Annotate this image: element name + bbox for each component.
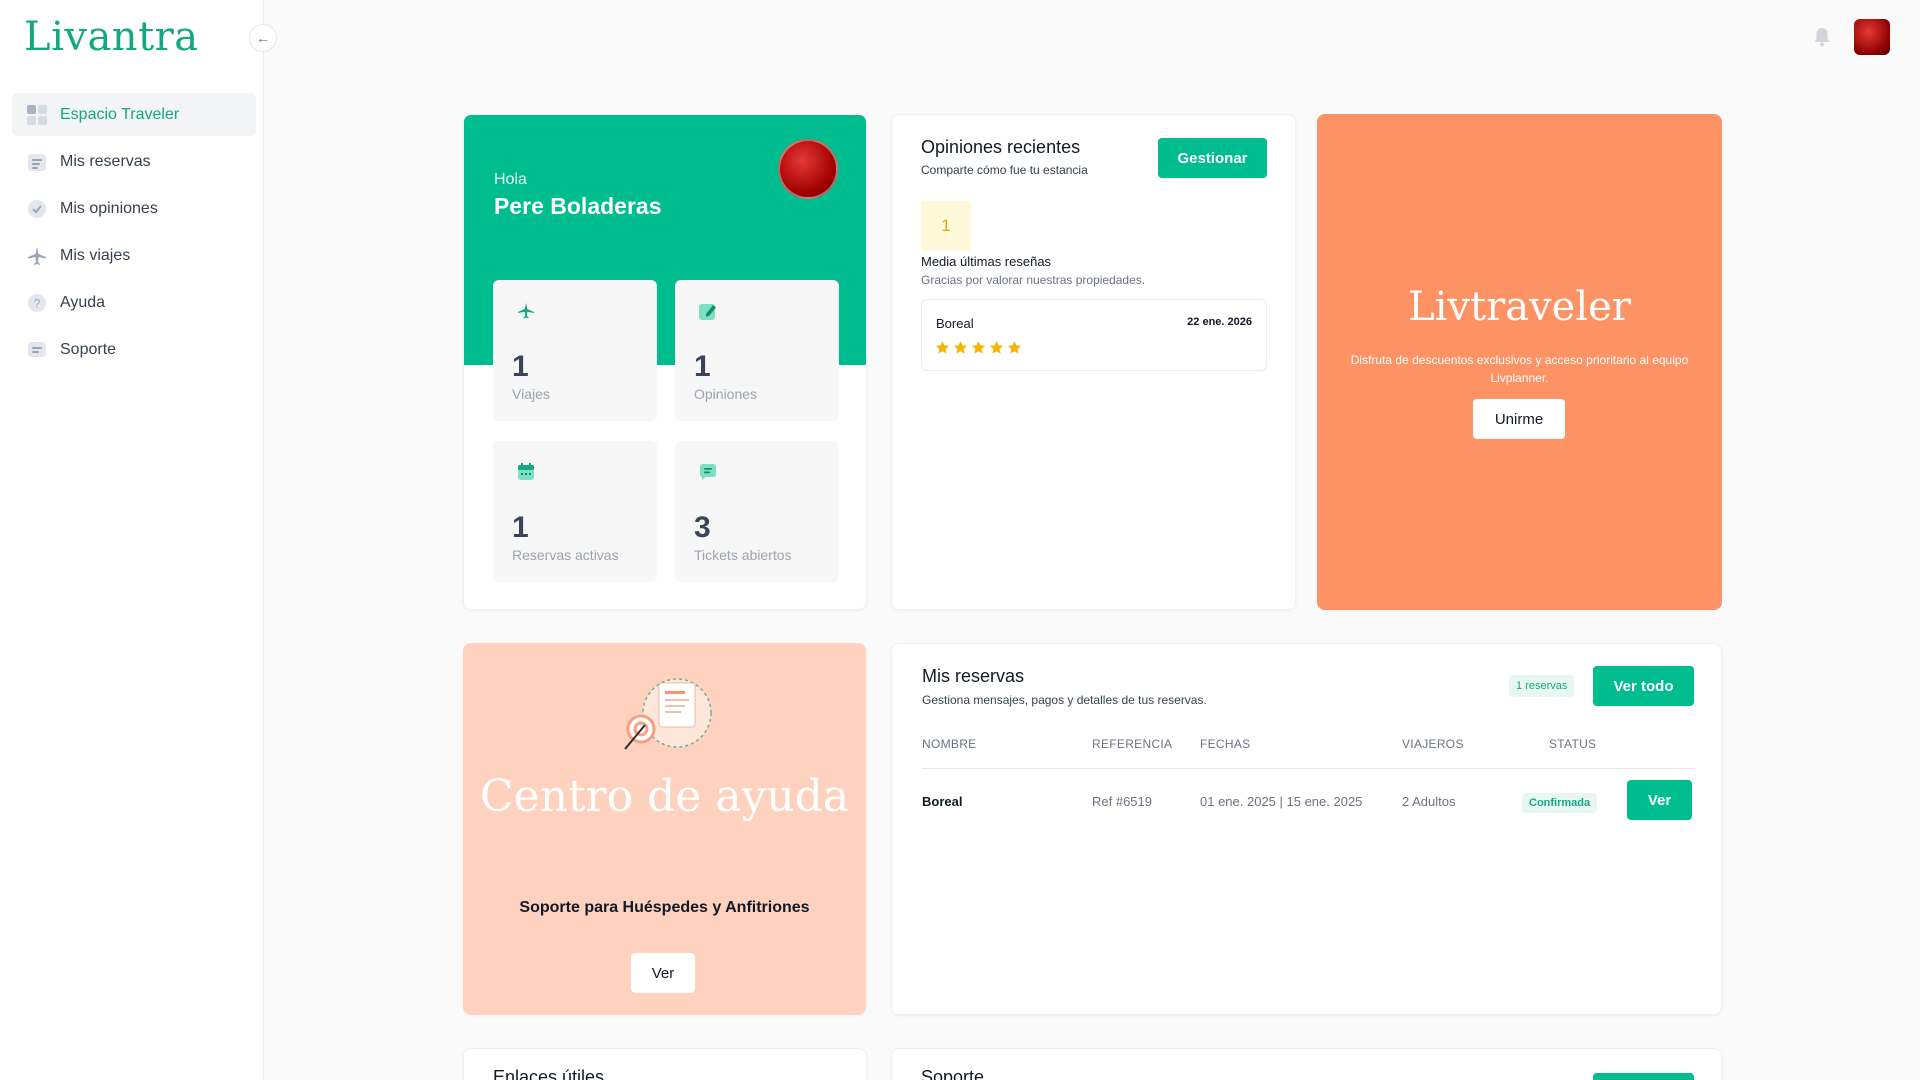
card-title: Enlaces útiles — [493, 1067, 605, 1080]
review-property: Boreal — [936, 316, 974, 331]
stat-label: Reservas activas — [512, 547, 619, 563]
column-header-nombre: NOMBRE — [922, 737, 977, 751]
star-icon — [953, 341, 968, 354]
sidebar-item-label: Mis viajes — [60, 246, 131, 264]
welcome-card: Hola Pere Boladeras 1 Viajes 1 Opiniones… — [463, 114, 867, 610]
sidebar-item-label: Mis opiniones — [60, 199, 158, 217]
reservas-card: Mis reservas Gestiona mensajes, pagos y … — [891, 643, 1722, 1015]
star-icon — [989, 341, 1004, 354]
sidebar-item-mis-viajes[interactable]: Mis viajes — [12, 234, 256, 277]
gestionar-button[interactable]: Gestionar — [1158, 138, 1267, 178]
star-icon — [935, 341, 950, 354]
sidebar: Livantra Espacio Traveler Mis reservas M… — [0, 0, 264, 1080]
arrow-left-icon: ← — [256, 30, 270, 46]
card-title: Opiniones recientes — [921, 137, 1081, 157]
card-subtitle: Gestiona mensajes, pagos y detalles de t… — [922, 693, 1207, 707]
column-header-fechas: FECHAS — [1200, 737, 1251, 751]
notification-bell-icon[interactable] — [1812, 26, 1832, 48]
plane-icon — [26, 245, 48, 267]
plane-icon — [515, 300, 537, 322]
card-title: Soporte — [921, 1067, 985, 1080]
help-center-title: Centro de ayuda — [479, 771, 850, 822]
soporte-action-button[interactable] — [1593, 1073, 1694, 1080]
question-icon: ? — [26, 292, 48, 314]
sidebar-item-mis-opiniones[interactable]: Mis opiniones — [12, 187, 256, 230]
reserva-name: Boreal — [922, 794, 963, 809]
help-document-illustration-icon — [624, 678, 712, 750]
help-center-card: Centro de ayuda Soporte para Huéspedes y… — [463, 643, 866, 1015]
ver-reserva-button[interactable]: Ver — [1627, 780, 1692, 820]
stat-value: 1 — [694, 350, 711, 383]
livtraveler-text: Disfruta de descuentos exclusivos y acce… — [1350, 353, 1689, 385]
user-name: Pere Boladeras — [494, 193, 662, 219]
help-center-subtitle: Soporte para Huéspedes y Anfitriones — [519, 899, 810, 916]
column-header-viajeros: VIAJEROS — [1402, 737, 1464, 751]
thanks-text: Gracias por valorar nuestras propiedades… — [921, 273, 1146, 287]
check-badge-icon — [26, 198, 48, 220]
brand-logo[interactable]: Livantra — [24, 14, 199, 60]
chat-lines-icon — [26, 339, 48, 361]
enlaces-utiles-card: Enlaces útiles — [463, 1048, 867, 1080]
livtraveler-card: Livtraveler Disfruta de descuentos exclu… — [1317, 114, 1722, 610]
stat-value: 1 — [512, 511, 529, 544]
card-subtitle: Comparte cómo fue tu estancia — [921, 163, 1088, 177]
reserva-ref: Ref #6519 — [1092, 794, 1152, 809]
column-header-referencia: REFERENCIA — [1092, 737, 1173, 751]
grid-icon — [26, 104, 48, 126]
sidebar-item-ayuda[interactable]: ? Ayuda — [12, 281, 256, 324]
unirme-button[interactable]: Unirme — [1473, 399, 1565, 439]
ver-todo-button[interactable]: Ver todo — [1593, 666, 1694, 706]
sidebar-item-soporte[interactable]: Soporte — [12, 328, 256, 371]
status-badge: Confirmada — [1522, 793, 1598, 813]
review-stars — [935, 340, 1022, 355]
stat-value: 1 — [512, 350, 529, 383]
opiniones-card: Opiniones recientes Comparte cómo fue tu… — [891, 114, 1296, 610]
sidebar-nav: Espacio Traveler Mis reservas Mis opinio… — [12, 93, 256, 375]
stat-value: 3 — [694, 511, 711, 544]
star-icon — [971, 341, 986, 354]
chat-icon — [697, 461, 719, 483]
review-item[interactable]: Boreal 22 ene. 2026 — [921, 299, 1267, 371]
stat-label: Viajes — [512, 386, 550, 402]
table-divider — [922, 768, 1694, 769]
sidebar-item-espacio-traveler[interactable]: Espacio Traveler — [12, 93, 256, 136]
column-header-status: STATUS — [1549, 737, 1597, 751]
soporte-card: Soporte — [891, 1048, 1722, 1080]
sidebar-item-label: Ayuda — [60, 293, 106, 311]
stat-reservas-activas[interactable]: 1 Reservas activas — [493, 441, 657, 582]
edit-note-icon — [697, 300, 719, 322]
star-icon — [1007, 341, 1022, 354]
stat-opiniones[interactable]: 1 Opiniones — [675, 280, 839, 421]
svg-text:?: ? — [34, 296, 41, 310]
sidebar-item-label: Soporte — [60, 340, 117, 358]
rating-value: 1 — [921, 201, 971, 251]
stat-label: Tickets abiertos — [694, 547, 792, 563]
greeting: Hola — [494, 171, 527, 188]
avatar — [778, 139, 838, 199]
rating-label: Media últimas reseñas — [921, 254, 1052, 269]
sidebar-item-label: Espacio Traveler — [60, 105, 180, 123]
sidebar-item-label: Mis reservas — [60, 152, 151, 170]
stat-viajes[interactable]: 1 Viajes — [493, 280, 657, 421]
help-center-ver-button[interactable]: Ver — [631, 953, 695, 993]
reservas-count-badge: 1 reservas — [1509, 675, 1575, 697]
review-date: 22 ene. 2026 — [1187, 316, 1252, 328]
reserva-dates: 01 ene. 2025 | 15 ene. 2025 — [1200, 794, 1363, 809]
sidebar-item-mis-reservas[interactable]: Mis reservas — [12, 140, 256, 183]
user-avatar[interactable] — [1854, 19, 1890, 55]
calendar-list-icon — [26, 151, 48, 173]
stat-tickets-abiertos[interactable]: 3 Tickets abiertos — [675, 441, 839, 582]
card-title: Mis reservas — [922, 666, 1025, 686]
stat-label: Opiniones — [694, 386, 758, 402]
livtraveler-title: Livtraveler — [1408, 284, 1631, 330]
collapse-sidebar-button[interactable]: ← — [249, 24, 277, 52]
calendar-icon — [515, 461, 537, 483]
reserva-travelers: 2 Adultos — [1402, 794, 1456, 809]
